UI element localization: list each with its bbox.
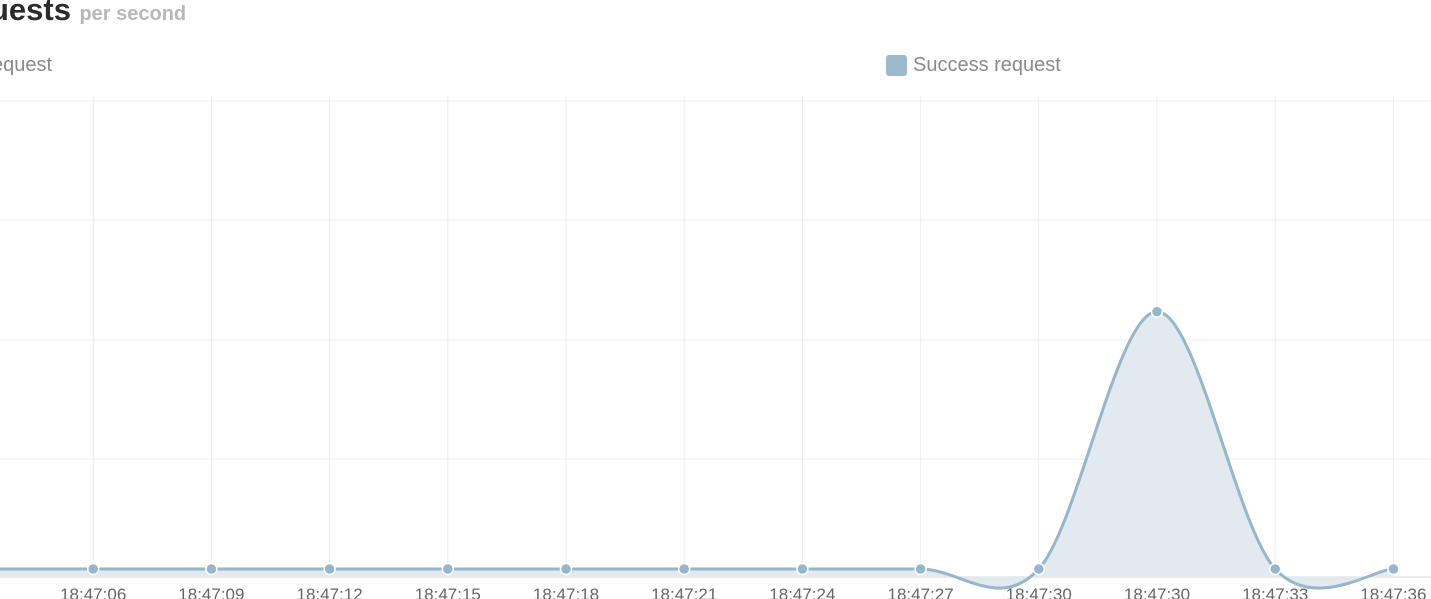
data-point: [1268, 562, 1282, 576]
data-point: [677, 562, 691, 576]
data-point: [86, 562, 100, 576]
data-point: [914, 562, 927, 576]
x-tick-label: 18:47:09: [178, 585, 244, 599]
x-tick-label: 18:47:18: [533, 585, 599, 599]
data-point: [796, 562, 809, 576]
series-fill: [0, 311, 1394, 588]
data-point: [441, 562, 455, 576]
x-axis-ticks: 318:47:0618:47:0918:47:1218:47:1518:47:1…: [60, 585, 1426, 599]
data-point: [1387, 562, 1400, 576]
x-tick-label: 18:47:15: [415, 585, 481, 599]
x-tick-label: 18:47:33: [1242, 585, 1308, 599]
x-tick-label: 18:47:27: [888, 585, 954, 599]
x-tick-label: 18:47:21: [651, 585, 717, 599]
chart: 318:47:0618:47:0918:47:1218:47:1518:47:1…: [0, 96, 1431, 599]
x-tick-label: 18:47:30: [1124, 585, 1190, 599]
x-tick-label: 18:47:24: [769, 585, 835, 599]
series-area: [0, 310, 1394, 590]
x-tick-label: 18:47:06: [60, 585, 126, 599]
x-tick-label: 18:47:36: [1360, 585, 1426, 599]
data-point: [1032, 562, 1046, 576]
x-tick-label: 18:47:12: [297, 585, 363, 599]
data-point: [1150, 305, 1164, 318]
data-point: [323, 562, 336, 576]
data-point: [559, 562, 573, 576]
x-tick-label: 18:47:30: [1006, 585, 1072, 599]
data-point: [205, 562, 218, 576]
